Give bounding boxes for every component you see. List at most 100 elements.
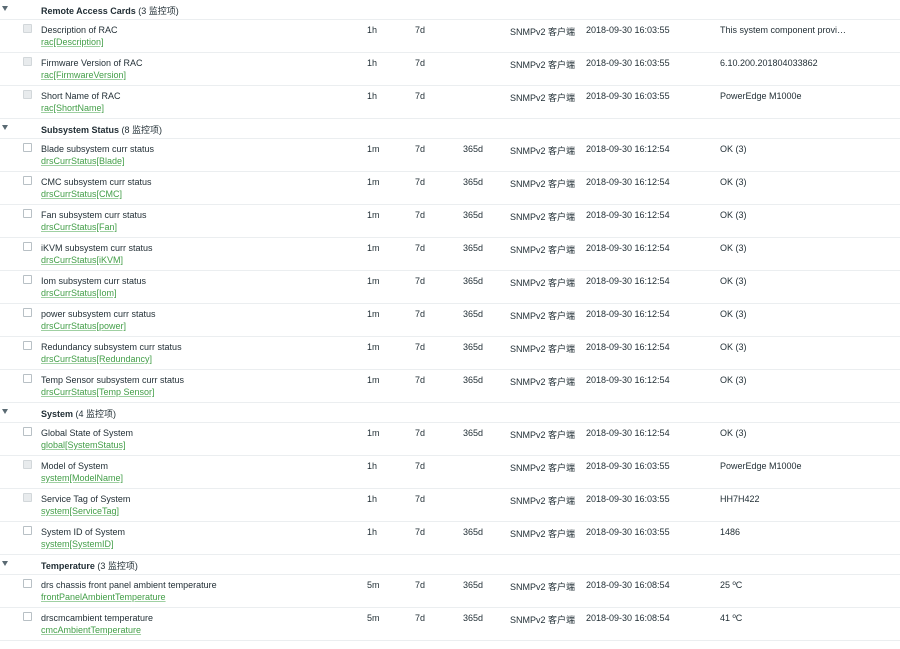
group-name: Subsystem Status [41,125,120,135]
item-checkbox[interactable] [23,143,32,152]
item-interval: 1m [367,144,380,154]
item-checkbox[interactable] [23,579,32,588]
item-key-link[interactable]: drsCurrStatus[Blade] [41,156,125,166]
item-interval: 1h [367,461,378,471]
item-last-value: OK (3) [720,210,747,220]
item-trends: 365d [463,428,484,438]
item-name: Firmware Version of RAC [41,58,143,68]
item-last-check: 2018-09-30 16:03:55 [586,527,670,537]
collapse-triangle-icon[interactable] [2,125,8,130]
item-row: drscmcambient temperature cmcAmbientTempe… [0,608,900,641]
item-history: 7d [415,461,426,471]
item-last-check: 2018-09-30 16:03:55 [586,461,670,471]
item-last-value: 6.10.200.201804033862 [720,58,818,68]
item-key-link[interactable]: drsCurrStatus[CMC] [41,189,122,199]
item-interval: 1m [367,210,380,220]
item-name: Temp Sensor subsystem curr status [41,375,185,385]
item-name: Model of System [41,461,109,471]
item-key-link[interactable]: global[SystemStatus] [41,440,126,450]
item-trends: 365d [463,309,484,319]
item-key-link[interactable]: system[ModelName] [41,473,123,483]
item-row: Short Name of RAC rac[ShortName] 1h 7d SNMPv… [0,86,900,119]
item-checkbox[interactable] [23,275,32,284]
item-key-link[interactable]: cmcAmbientTemperature [41,625,141,635]
item-row: drs chassis front panel ambient temperat… [0,575,900,608]
item-checkbox[interactable] [23,242,32,251]
item-key-link[interactable]: drsCurrStatus[Fan] [41,222,117,232]
item-name: Blade subsystem curr status [41,144,155,154]
item-trends: 365d [463,527,484,537]
group-title: Remote Access Cards (3 监控项) [41,4,179,17]
item-checkbox[interactable] [23,209,32,218]
item-name: Redundancy subsystem curr status [41,342,182,352]
item-trends: 365d [463,276,484,286]
item-trends: 365d [463,177,484,187]
collapse-triangle-icon[interactable] [2,409,8,414]
item-checkbox [23,24,32,33]
item-history: 7d [415,580,426,590]
item-type: SNMPv2 客户端 [510,245,576,255]
item-row: Model of System system[ModelName] 1h 7d SNMP… [0,456,900,489]
item-trends: 365d [463,210,484,220]
item-key-link[interactable]: drsCurrStatus[Temp Sensor] [41,387,155,397]
item-key-link[interactable]: rac[ShortName] [41,103,104,113]
item-type: SNMPv2 客户端 [510,93,576,103]
item-checkbox [23,57,32,66]
item-last-check: 2018-09-30 16:08:54 [586,580,670,590]
item-interval: 1h [367,91,378,101]
item-type: SNMPv2 客户端 [510,311,576,321]
item-row: power subsystem curr status drsCurrStatus… [0,304,900,337]
item-key-link[interactable]: rac[Description] [41,37,104,47]
item-row: Firmware Version of RAC rac[FirmwareVersi… [0,53,900,86]
item-name: Service Tag of System [41,494,131,504]
item-last-value: HH7H422 [720,494,760,504]
collapse-triangle-icon[interactable] [2,6,8,11]
group-header-row: Remote Access Cards (3 监控项) [0,0,900,20]
item-last-value: OK (3) [720,309,747,319]
item-type: SNMPv2 客户端 [510,146,576,156]
item-interval: 1m [367,375,380,385]
item-last-check: 2018-09-30 16:03:55 [586,91,670,101]
item-checkbox[interactable] [23,176,32,185]
item-key-link[interactable]: drsCurrStatus[Iom] [41,288,117,298]
item-type: SNMPv2 客户端 [510,615,576,625]
item-checkbox[interactable] [23,526,32,535]
item-key-link[interactable]: system[ServiceTag] [41,506,119,516]
item-checkbox[interactable] [23,374,32,383]
group-name: Remote Access Cards [41,6,136,16]
item-checkbox[interactable] [23,427,32,436]
item-history: 7d [415,309,426,319]
group-title: Temperature (3 监控项) [41,559,138,572]
item-trends: 365d [463,580,484,590]
item-key-link[interactable]: system[SystemID] [41,539,114,549]
item-last-value: OK (3) [720,342,747,352]
item-row: Fan subsystem curr status drsCurrStatus[F… [0,205,900,238]
collapse-triangle-icon[interactable] [2,561,8,566]
item-name: iKVM subsystem curr status [41,243,153,253]
item-trends: 365d [463,144,484,154]
item-type: SNMPv2 客户端 [510,377,576,387]
item-checkbox[interactable] [23,341,32,350]
item-history: 7d [415,91,426,101]
item-key-link[interactable]: rac[FirmwareVersion] [41,70,126,80]
item-last-value: PowerEdge M1000e [720,91,802,101]
item-interval: 1h [367,25,378,35]
item-key-link[interactable]: drsCurrStatus[iKVM] [41,255,123,265]
item-row: Description of RAC rac[Description] 1h 7d SN… [0,20,900,53]
item-type: SNMPv2 客户端 [510,27,576,37]
item-last-check: 2018-09-30 16:12:54 [586,375,670,385]
item-key-link[interactable]: frontPanelAmbientTemperature [41,592,166,602]
group-name: System [41,409,74,419]
item-last-check: 2018-09-30 16:12:54 [586,309,670,319]
item-last-check: 2018-09-30 16:03:55 [586,58,670,68]
item-interval: 5m [367,613,380,623]
group-item-count: (3 监控项) [97,561,138,571]
item-checkbox[interactable] [23,308,32,317]
item-history: 7d [415,342,426,352]
item-name: power subsystem curr status [41,309,156,319]
item-key-link[interactable]: drsCurrStatus[power] [41,321,126,331]
item-name: System ID of System [41,527,126,537]
group-header-row: System (4 监控项) [0,403,900,423]
item-key-link[interactable]: drsCurrStatus[Redundancy] [41,354,152,364]
item-checkbox[interactable] [23,612,32,621]
